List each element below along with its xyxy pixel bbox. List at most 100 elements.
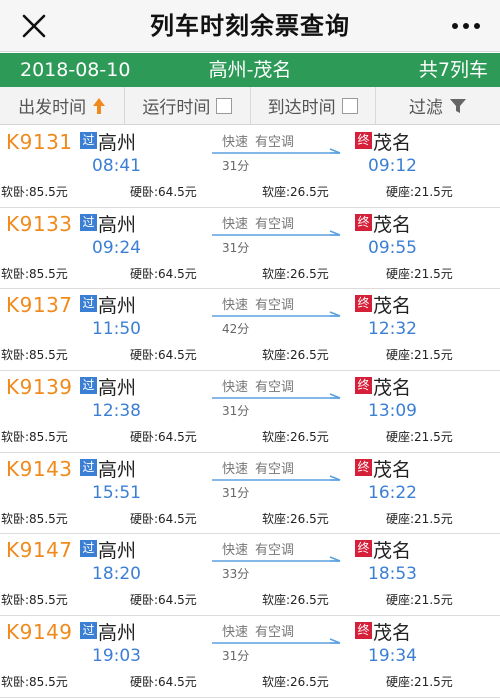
soft-sleeper-price: 软卧:85.5元 bbox=[1, 430, 68, 445]
soft-sleeper-price: 软卧:85.5元 bbox=[1, 348, 68, 363]
train-number[interactable]: K9139 bbox=[6, 375, 73, 399]
run-duration: 42分 bbox=[222, 322, 250, 337]
hard-seat-price: 硬座:21.5元 bbox=[386, 266, 453, 281]
train-row[interactable]: K9137 过 高州 11:50 快速 有空调 42分 终 茂名 12:32 软… bbox=[0, 289, 500, 372]
departure-time: 09:24 bbox=[92, 237, 141, 258]
arrival-station: 茂名 bbox=[373, 622, 412, 645]
pass-station-tag: 过 bbox=[80, 132, 97, 149]
run-duration: 31分 bbox=[222, 159, 250, 173]
arrival-time: 13:09 bbox=[368, 401, 417, 422]
pass-station-tag: 过 bbox=[80, 622, 97, 640]
departure-time: 15:51 bbox=[92, 482, 141, 503]
terminal-station-tag: 终 bbox=[355, 622, 372, 640]
hard-seat-price: 硬座:21.5元 bbox=[386, 430, 453, 445]
hard-sleeper-price: 硬卧:64.5元 bbox=[130, 511, 197, 526]
departure-station: 高州 bbox=[98, 213, 137, 236]
train-number[interactable]: K9137 bbox=[6, 293, 73, 317]
sort-by-run-time[interactable]: 运行时间 bbox=[125, 87, 251, 124]
departure-station: 高州 bbox=[98, 295, 137, 318]
arrival-station: 茂名 bbox=[373, 377, 412, 400]
arrow-up-icon bbox=[93, 97, 106, 114]
train-number[interactable]: K9149 bbox=[6, 620, 73, 644]
soft-sleeper-price: 软卧:85.5元 bbox=[1, 185, 68, 199]
train-count: 共7列车 bbox=[418, 59, 488, 81]
soft-sleeper-price: 软卧:85.5元 bbox=[1, 675, 68, 690]
terminal-station-tag: 终 bbox=[355, 540, 372, 558]
terminal-station-tag: 终 bbox=[355, 295, 372, 313]
soft-seat-price: 软座:26.5元 bbox=[262, 430, 329, 445]
pass-station-tag: 过 bbox=[80, 295, 97, 313]
departure-time: 08:41 bbox=[92, 156, 141, 176]
pass-station-tag: 过 bbox=[80, 540, 97, 558]
departure-station: 高州 bbox=[98, 132, 137, 154]
filter-funnel-icon bbox=[449, 98, 466, 113]
train-row[interactable]: K9149 过 高州 19:03 快速 有空调 31分 终 茂名 19:34 软… bbox=[0, 616, 500, 698]
soft-seat-price: 软座:26.5元 bbox=[262, 185, 329, 199]
soft-sleeper-price: 软卧:85.5元 bbox=[1, 266, 68, 281]
soft-sleeper-price: 软卧:85.5元 bbox=[1, 511, 68, 526]
pass-station-tag: 过 bbox=[80, 377, 97, 395]
arrival-checkbox[interactable] bbox=[341, 97, 358, 114]
arrival-station: 茂名 bbox=[373, 458, 412, 481]
run-duration: 33分 bbox=[222, 567, 250, 582]
hard-seat-price: 硬座:21.5元 bbox=[386, 348, 453, 363]
hard-sleeper-price: 硬卧:64.5元 bbox=[130, 593, 197, 608]
train-number[interactable]: K9133 bbox=[6, 212, 73, 236]
arrival-station: 茂名 bbox=[373, 213, 412, 236]
departure-station: 高州 bbox=[98, 377, 137, 400]
hard-seat-price: 硬座:21.5元 bbox=[386, 593, 453, 608]
sort-run-label: 运行时间 bbox=[142, 98, 211, 118]
arrival-time: 09:55 bbox=[368, 237, 417, 258]
arrival-station: 茂名 bbox=[373, 295, 412, 318]
sort-departure-label: 出发时间 bbox=[18, 98, 87, 118]
page-title: 列车时刻余票查询 bbox=[150, 12, 350, 40]
arrival-station: 茂名 bbox=[373, 132, 412, 154]
arrival-time: 16:22 bbox=[368, 482, 417, 503]
run-time-checkbox[interactable] bbox=[216, 97, 233, 114]
hard-sleeper-price: 硬卧:64.5元 bbox=[130, 266, 197, 281]
train-row[interactable]: K9143 过 高州 15:51 快速 有空调 31分 终 茂名 16:22 软… bbox=[0, 452, 500, 535]
arrival-time: 12:32 bbox=[368, 319, 417, 340]
train-row[interactable]: K9131 过 高州 08:41 快速 有空调 31分 终 茂名 09:12 软… bbox=[0, 126, 500, 208]
train-number[interactable]: K9143 bbox=[6, 457, 73, 481]
train-number[interactable]: K9131 bbox=[6, 130, 73, 154]
departure-time: 19:03 bbox=[92, 646, 141, 667]
train-list: K9131 过 高州 08:41 快速 有空调 31分 终 茂名 09:12 软… bbox=[0, 126, 500, 698]
soft-seat-price: 软座:26.5元 bbox=[262, 511, 329, 526]
soft-sleeper-price: 软卧:85.5元 bbox=[1, 593, 68, 608]
departure-station: 高州 bbox=[98, 540, 137, 563]
departure-time: 11:50 bbox=[92, 319, 141, 340]
terminal-station-tag: 终 bbox=[355, 377, 372, 395]
title-bar: 列车时刻余票查询 bbox=[0, 0, 500, 52]
train-row[interactable]: K9133 过 高州 09:24 快速 有空调 31分 终 茂名 09:55 软… bbox=[0, 207, 500, 290]
soft-seat-price: 软座:26.5元 bbox=[262, 675, 329, 690]
hard-sleeper-price: 硬卧:64.5元 bbox=[130, 430, 197, 445]
soft-seat-price: 软座:26.5元 bbox=[262, 593, 329, 608]
departure-time: 18:20 bbox=[92, 564, 141, 585]
hard-seat-price: 硬座:21.5元 bbox=[386, 675, 453, 690]
hard-seat-price: 硬座:21.5元 bbox=[386, 185, 453, 199]
run-duration: 31分 bbox=[222, 240, 250, 255]
filter-label: 过滤 bbox=[408, 98, 443, 118]
soft-seat-price: 软座:26.5元 bbox=[262, 348, 329, 363]
train-number[interactable]: K9147 bbox=[6, 538, 73, 562]
departure-station: 高州 bbox=[98, 458, 137, 481]
more-dots-icon[interactable] bbox=[446, 14, 486, 38]
sort-by-arrival[interactable]: 到达时间 bbox=[251, 87, 376, 124]
hard-sleeper-price: 硬卧:64.5元 bbox=[130, 675, 197, 690]
train-row[interactable]: K9139 过 高州 12:38 快速 有空调 31分 终 茂名 13:09 软… bbox=[0, 371, 500, 453]
hard-sleeper-price: 硬卧:64.5元 bbox=[130, 185, 197, 199]
query-info-bar: 2018-08-10 高州-茂名 共7列车 bbox=[0, 53, 500, 87]
filter-button[interactable]: 过滤 bbox=[376, 87, 500, 124]
train-row[interactable]: K9147 过 高州 18:20 快速 有空调 33分 终 茂名 18:53 软… bbox=[0, 534, 500, 617]
run-duration: 31分 bbox=[222, 649, 250, 664]
pass-station-tag: 过 bbox=[80, 458, 97, 476]
arrival-station: 茂名 bbox=[373, 540, 412, 563]
arrival-time: 18:53 bbox=[368, 564, 417, 585]
departure-time: 12:38 bbox=[92, 401, 141, 422]
pass-station-tag: 过 bbox=[80, 213, 97, 231]
soft-seat-price: 软座:26.5元 bbox=[262, 266, 329, 281]
run-duration: 31分 bbox=[222, 404, 250, 419]
sort-by-departure[interactable]: 出发时间 bbox=[0, 87, 126, 124]
departure-station: 高州 bbox=[98, 622, 137, 645]
